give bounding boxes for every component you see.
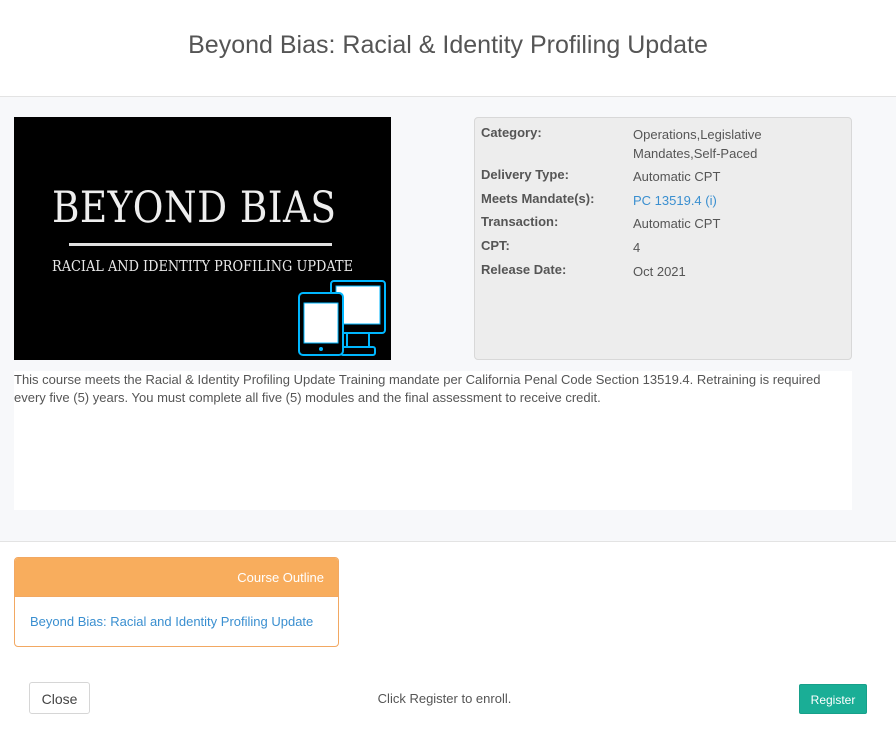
course-description: This course meets the Racial & Identity … — [14, 371, 852, 510]
delivery-type-value: Automatic CPT — [633, 169, 721, 184]
course-image: BEYOND BIAS RACIAL AND IDENTITY PROFILIN… — [14, 117, 391, 360]
course-outline-card: Course Outline Beyond Bias: Racial and I… — [14, 557, 339, 647]
enroll-hint: Click Register to enroll. — [377, 691, 512, 706]
course-image-title: BEYOND BIAS — [52, 183, 337, 233]
cpt-value: 4 — [633, 240, 641, 255]
release-date-label: Release Date: — [481, 262, 567, 277]
mandate-link[interactable]: PC 13519.4 (i) — [633, 191, 843, 210]
register-button[interactable]: Register — [799, 684, 867, 714]
course-image-divider — [69, 243, 332, 246]
modal-body: BEYOND BIAS RACIAL AND IDENTITY PROFILIN… — [0, 97, 896, 542]
course-outline-heading: Course Outline — [237, 570, 324, 585]
modal-title: Beyond Bias: Racial & Identity Profiling… — [188, 31, 708, 59]
course-outline-header: Course Outline — [15, 558, 338, 597]
mandate-label: Meets Mandate(s): — [481, 191, 595, 206]
modal-header: Beyond Bias: Racial & Identity Profiling… — [0, 0, 896, 97]
category-value: Operations,Legislative Mandates,Self-Pac… — [633, 127, 762, 161]
transaction-value: Automatic CPT — [633, 216, 721, 231]
course-image-subtitle: RACIAL AND IDENTITY PROFILING UPDATE — [52, 257, 353, 275]
delivery-type-label: Delivery Type: — [481, 167, 569, 182]
transaction-label: Transaction: — [481, 214, 559, 229]
devices-icon — [298, 280, 386, 356]
cpt-label: CPT: — [481, 238, 510, 253]
course-details-panel: Category: Operations,Legislative Mandate… — [474, 117, 852, 360]
category-label: Category: — [481, 125, 542, 140]
course-outline-item[interactable]: Beyond Bias: Racial and Identity Profili… — [30, 614, 313, 629]
release-date-value: Oct 2021 — [633, 264, 686, 279]
